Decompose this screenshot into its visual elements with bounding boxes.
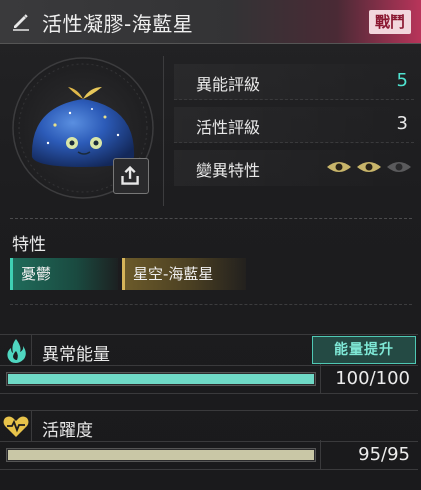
eye-icon-empty xyxy=(387,162,411,172)
activity-bar-row: 95/95 xyxy=(0,440,418,470)
activity-value: 95/95 xyxy=(358,444,410,465)
stat-value: 5 xyxy=(396,70,408,91)
energy-bar-fill xyxy=(8,374,314,384)
stat-ability-grade: 異能評級 5 xyxy=(174,64,414,100)
energy-value: 100/100 xyxy=(335,368,410,389)
energy-label: 異常能量 xyxy=(42,345,110,365)
eye-icon xyxy=(327,162,351,172)
stat-value: 3 xyxy=(396,113,408,134)
stat-label: 活性評級 xyxy=(196,118,261,137)
energy-bar-row: 100/100 xyxy=(0,364,418,394)
flame-icon xyxy=(7,339,26,363)
heart-pulse-icon xyxy=(3,416,29,437)
activity-bar xyxy=(6,448,316,462)
divider xyxy=(10,218,412,219)
mutation-eyes xyxy=(326,159,412,175)
activity-label: 活躍度 xyxy=(42,421,93,441)
slime-name[interactable]: 活性凝膠-海藍星 xyxy=(42,8,193,37)
activity-bar-fill xyxy=(8,450,314,460)
stat-label: 變異特性 xyxy=(196,161,261,180)
stat-mutation-trait: 變異特性 xyxy=(174,150,414,186)
energy-boost-button[interactable]: 能量提升 xyxy=(312,336,416,364)
activity-header: 活躍度 xyxy=(0,410,418,442)
trait-starry-sea-blue[interactable]: 星空-海藍星 xyxy=(122,258,246,290)
stat-label: 異能評級 xyxy=(196,75,261,94)
trait-melancholy[interactable]: 憂鬱 xyxy=(10,258,118,290)
stat-activity-grade: 活性評級 3 xyxy=(174,107,414,143)
header-bar: 活性凝膠-海藍星 戰鬥 xyxy=(0,0,421,44)
slime-info-panel: 活性凝膠-海藍星 戰鬥 異能評級 5 活性評級 3 變異特性 特性 憂鬱 星空-… xyxy=(0,0,421,490)
energy-bar xyxy=(6,372,316,386)
divider xyxy=(10,304,412,305)
pencil-icon[interactable] xyxy=(11,11,31,31)
divider xyxy=(163,56,164,206)
energy-header: 異常能量 能量提升 xyxy=(0,334,418,366)
share-button[interactable] xyxy=(113,158,149,194)
share-icon xyxy=(121,165,139,185)
eye-icon xyxy=(357,162,381,172)
traits-title: 特性 xyxy=(12,235,46,255)
battle-tag: 戰鬥 xyxy=(369,10,411,34)
